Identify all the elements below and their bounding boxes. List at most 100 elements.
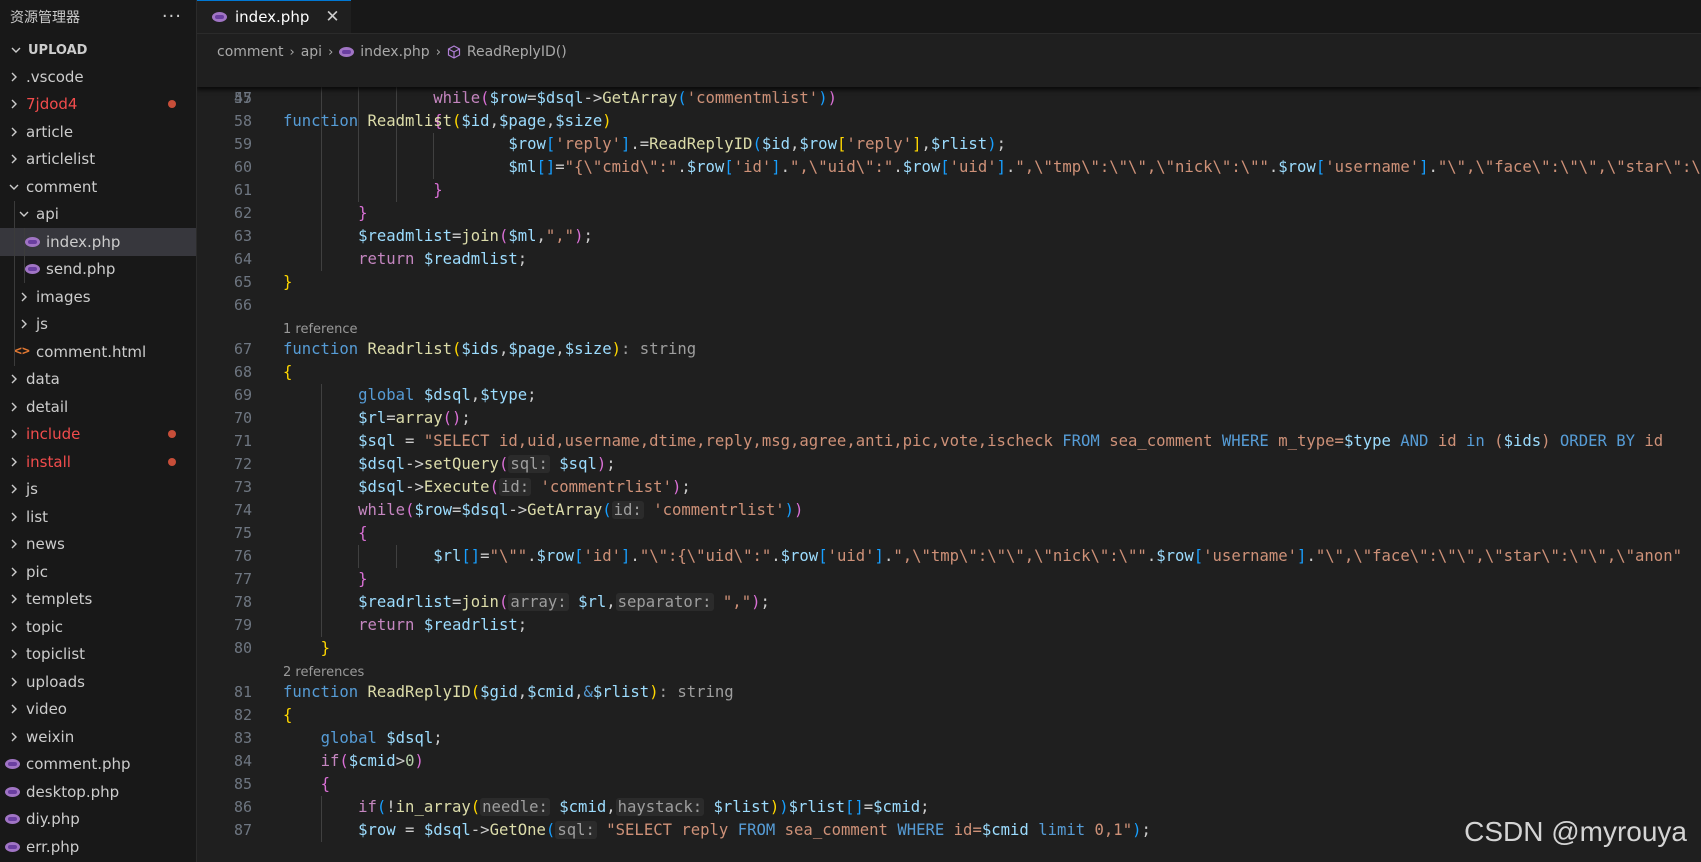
tree-folder[interactable]: 7jdod4 [0, 91, 196, 119]
breadcrumb-item-file[interactable]: index.php [360, 44, 429, 60]
tree-file[interactable]: comment.php [0, 751, 196, 779]
code-text: while($row=$dsql->GetArray(id: 'commentr… [358, 501, 804, 519]
tree-folder[interactable]: api [0, 200, 196, 228]
code-line[interactable]: 83 global $dsql; [197, 727, 1701, 750]
code-line[interactable]: 63 $readmlist=join($ml,","); [197, 225, 1701, 248]
tree-item-label: err.php [26, 837, 80, 856]
tab-index-php[interactable]: index.php ✕ [197, 0, 351, 33]
tree-item-label: video [26, 700, 67, 719]
code-text: } [358, 570, 368, 588]
sticky-scroll-line[interactable]: 45 function Readmlist($id,$page,$size) [197, 64, 1701, 130]
php-file-icon [24, 235, 40, 249]
code-text: $rl=array(); [358, 409, 471, 427]
code-line[interactable]: 69 global $dsql,$type; [197, 384, 1701, 407]
code-line[interactable]: 61 } [197, 179, 1701, 202]
tree-folder[interactable]: install [0, 448, 196, 476]
breadcrumb-item-function[interactable]: ReadReplyID() [467, 44, 567, 60]
tree-folder[interactable]: topic [0, 613, 196, 641]
code-text: } [283, 273, 293, 291]
tree-folder[interactable]: pic [0, 558, 196, 586]
tree-file[interactable]: desktop.php [0, 778, 196, 806]
code-text: function Readrlist($ids,$page,$size): st… [283, 340, 697, 358]
code-text: $dsql->Execute(id: 'commentrlist'); [358, 478, 691, 496]
code-text: $rl[]="\"".$row['id']."\":{\"uid\":".$ro… [433, 547, 1682, 565]
tree-folder[interactable]: news [0, 531, 196, 559]
tree-folder[interactable]: include [0, 421, 196, 449]
code-line[interactable]: 60 $ml[]="{\"cmid\":".$row['id'].",\"uid… [197, 156, 1701, 179]
tree-file[interactable]: diy.php [0, 806, 196, 834]
code-line[interactable]: 57 while($row=$dsql->GetArray('commentml… [197, 87, 1701, 110]
tree-file[interactable]: <> comment.html [0, 338, 196, 366]
tree-folder[interactable]: comment [0, 173, 196, 201]
more-actions-icon[interactable]: ··· [162, 6, 182, 27]
php-file-icon [24, 262, 40, 276]
code-editor[interactable]: 45 function Readmlist($id,$page,$size) 5… [197, 64, 1701, 862]
code-line[interactable]: 68 { [197, 361, 1701, 384]
code-line[interactable]: 77 } [197, 568, 1701, 591]
code-line[interactable]: 70 $rl=array(); [197, 407, 1701, 430]
code-line[interactable]: 82 { [197, 704, 1701, 727]
line-number: 77 [233, 570, 252, 588]
line-number: 45 [233, 89, 252, 107]
tree-folder[interactable]: js [0, 476, 196, 504]
tree-folder[interactable]: video [0, 696, 196, 724]
codelens-references[interactable]: 1 reference [283, 317, 357, 340]
code-line[interactable]: 80 } [197, 637, 1701, 660]
tree-folder[interactable]: article [0, 118, 196, 146]
code-line[interactable]: 78 $readrlist=join(array: $rl, separator:… [197, 591, 1701, 614]
code-text: { [283, 363, 293, 381]
code-line[interactable]: 66 [197, 294, 1701, 317]
code-line[interactable]: 64 return $readmlist; [197, 248, 1701, 271]
tree-folder[interactable]: js [0, 310, 196, 338]
tree-item-label: list [26, 507, 49, 526]
tree-file[interactable]: index.php [0, 228, 196, 256]
tree-file[interactable]: err.php [0, 833, 196, 861]
workspace-section[interactable]: UPLOAD [0, 37, 196, 63]
breadcrumb-item-comment[interactable]: comment [217, 44, 284, 60]
tab-label: index.php [235, 8, 310, 26]
chevron-right-icon [8, 482, 20, 496]
code-line[interactable]: 85 { [197, 773, 1701, 796]
code-line[interactable]: 76 $rl[]="\"".$row['id']."\":{\"uid\":".… [197, 545, 1701, 568]
line-number: 61 [233, 181, 252, 199]
code-line[interactable]: 71 $sql = "SELECT id,uid,username,dtime,… [197, 430, 1701, 453]
close-icon[interactable]: ✕ [325, 7, 339, 27]
line-number: 83 [233, 729, 252, 747]
tree-folder[interactable]: uploads [0, 668, 196, 696]
line-number: 63 [233, 227, 252, 245]
code-text: $dsql->setQuery(sql: $sql); [358, 455, 616, 473]
tree-folder[interactable]: list [0, 503, 196, 531]
code-line[interactable]: 84 if($cmid>0) [197, 750, 1701, 773]
codelens-references[interactable]: 2 references [283, 660, 364, 683]
code-line[interactable]: 59 $row['reply'].=ReadReplyID($id,$row['… [197, 133, 1701, 156]
tree-folder[interactable]: topiclist [0, 641, 196, 669]
code-line[interactable]: 72 $dsql->setQuery(sql: $sql); [197, 453, 1701, 476]
tree-folder[interactable]: templets [0, 586, 196, 614]
tree-folder[interactable]: .vscode [0, 63, 196, 91]
code-line[interactable]: 67 function Readrlist($ids,$page,$size): … [197, 338, 1701, 361]
chevron-down-icon [8, 180, 20, 194]
code-line[interactable]: 75 { [197, 522, 1701, 545]
chevron-right-icon [8, 70, 20, 84]
code-line[interactable]: 79 return $readrlist; [197, 614, 1701, 637]
tree-folder[interactable]: images [0, 283, 196, 311]
tree-folder[interactable]: articlelist [0, 146, 196, 174]
breadcrumb-item-api[interactable]: api [301, 44, 322, 60]
line-number: 74 [233, 501, 252, 519]
tree-item-label: news [26, 535, 65, 554]
tree-item-label: .vscode [26, 67, 84, 86]
tree-folder[interactable]: weixin [0, 723, 196, 751]
line-number: 85 [233, 775, 252, 793]
tree-item-label: weixin [26, 727, 75, 746]
code-line[interactable]: 81 function ReadReplyID($gid,$cmid,&$rlis… [197, 681, 1701, 704]
code-line[interactable]: 65} [197, 271, 1701, 294]
code-text: function ReadReplyID($gid,$cmid,&$rlist)… [283, 683, 734, 701]
tree-file[interactable]: send.php [0, 255, 196, 283]
indent-guide [14, 310, 15, 338]
tree-folder[interactable]: data [0, 366, 196, 394]
code-line[interactable]: 74 while($row=$dsql->GetArray(id: 'comme… [197, 499, 1701, 522]
code-line[interactable]: 62 } [197, 202, 1701, 225]
code-line[interactable]: 73 $dsql->Execute(id: 'commentrlist'); [197, 476, 1701, 499]
tree-folder[interactable]: detail [0, 393, 196, 421]
code-text: while($row=$dsql->GetArray('commentmlist… [433, 89, 837, 107]
